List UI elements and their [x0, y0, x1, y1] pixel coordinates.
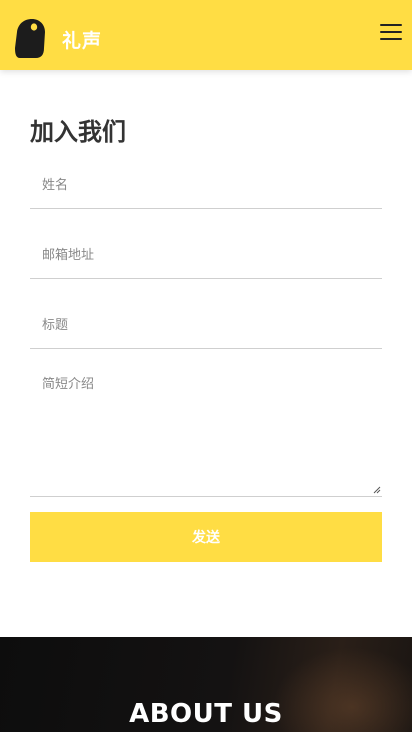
subject-field[interactable]: 标题 [30, 279, 382, 349]
name-field[interactable]: 姓名 [30, 139, 382, 209]
about-section: ABOUT US [0, 637, 412, 732]
send-button[interactable]: 发送 [30, 512, 382, 562]
hamburger-menu-icon[interactable] [380, 24, 402, 44]
subject-placeholder: 标题 [42, 318, 69, 333]
toucan-logo-icon[interactable] [14, 18, 46, 60]
intro-textarea[interactable]: 简短介绍 [30, 349, 382, 497]
email-placeholder: 邮箱地址 [42, 248, 95, 263]
intro-placeholder: 简短介绍 [42, 377, 95, 392]
email-field[interactable]: 邮箱地址 [30, 209, 382, 279]
site-header: 礼声 [0, 0, 412, 70]
name-placeholder: 姓名 [42, 178, 69, 193]
brand-name[interactable]: 礼声 [62, 26, 102, 53]
resize-grip-icon[interactable] [373, 486, 381, 494]
about-heading: ABOUT US [129, 699, 283, 729]
